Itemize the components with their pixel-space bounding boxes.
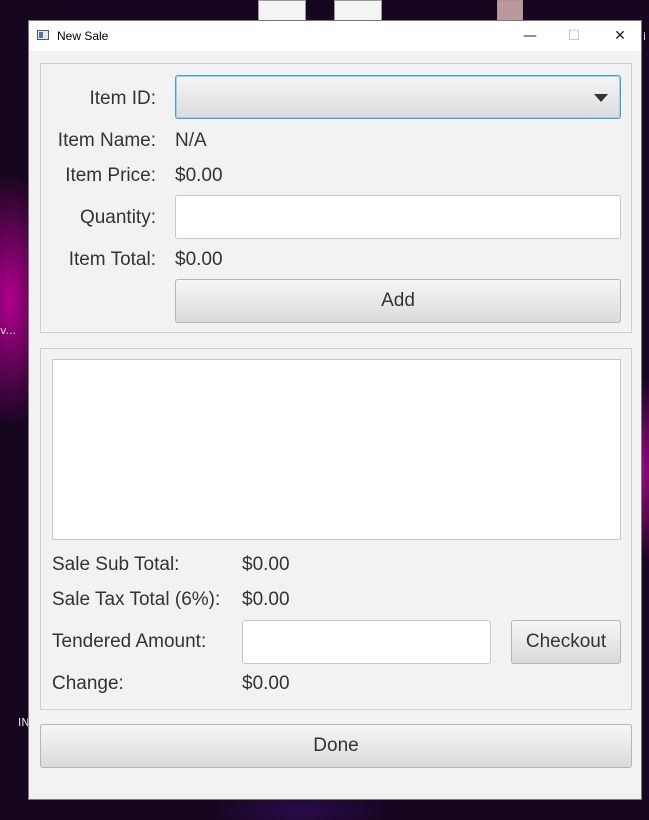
taskbar-thumbnail[interactable] [497, 0, 523, 22]
maximize-button[interactable]: ☐ [551, 21, 597, 51]
item-name-label: Item Name: [57, 130, 156, 151]
minimize-button[interactable]: — [507, 21, 553, 51]
chevron-down-icon [594, 94, 608, 102]
item-total-label: Item Total: [68, 249, 156, 270]
app-icon [37, 30, 49, 40]
taskbar-thumbnail[interactable] [334, 0, 382, 22]
quantity-label: Quantity: [79, 207, 156, 228]
item-price-label: Item Price: [65, 165, 156, 186]
item-entry-panel: Item ID: Item Name: N/A Item Price: $0.0… [40, 63, 632, 333]
tendered-amount-label: Tendered Amount: [52, 631, 207, 652]
done-button[interactable]: Done [40, 724, 632, 768]
sale-tax-label: Sale Tax Total (6%): [52, 589, 221, 610]
close-button[interactable]: ✕ [597, 21, 643, 51]
item-price-value: $0.00 [175, 165, 223, 186]
new-sale-window: New Sale — ☐ ✕ Item ID: Item Name: N/A I… [28, 20, 642, 800]
sale-panel: Sale Sub Total: $0.00 Sale Tax Total (6%… [40, 348, 632, 710]
sale-subtotal-label: Sale Sub Total: [52, 554, 180, 575]
item-id-dropdown[interactable] [175, 75, 621, 119]
item-id-label: Item ID: [89, 88, 156, 109]
sale-tax-value: $0.00 [242, 589, 290, 610]
title-bar[interactable]: New Sale — ☐ ✕ [29, 21, 641, 51]
item-name-value: N/A [175, 130, 207, 151]
sale-items-list[interactable] [52, 359, 621, 540]
tendered-amount-input[interactable] [242, 620, 491, 664]
quantity-input[interactable] [175, 195, 621, 239]
checkout-button[interactable]: Checkout [511, 620, 621, 664]
desktop-text: v... [0, 324, 17, 337]
change-value: $0.00 [242, 673, 290, 694]
add-button[interactable]: Add [175, 279, 621, 323]
sale-subtotal-value: $0.00 [242, 554, 290, 575]
taskbar-thumbnail[interactable] [258, 0, 306, 22]
window-title: New Sale [57, 29, 109, 43]
item-total-value: $0.00 [175, 249, 223, 270]
change-label: Change: [52, 673, 124, 694]
desktop-text: i [643, 30, 647, 43]
